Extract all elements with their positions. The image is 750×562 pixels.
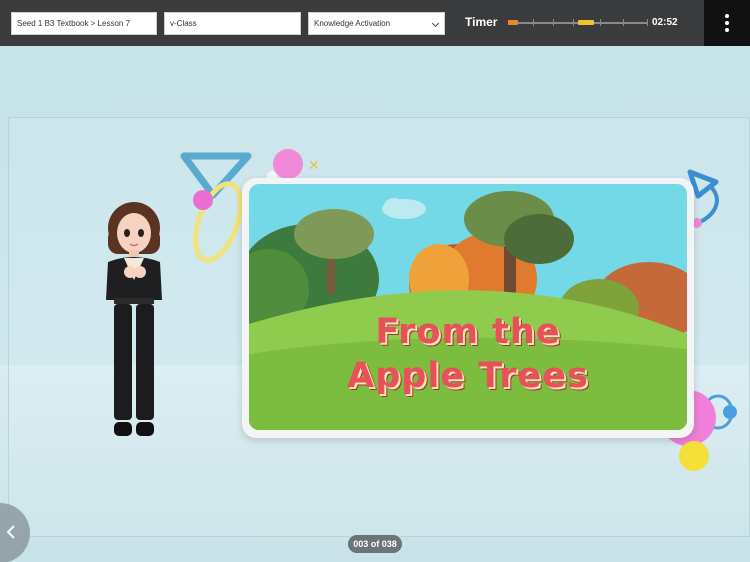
slide-title-line-1: From the <box>375 312 561 352</box>
chevron-left-icon <box>6 525 15 539</box>
title-card: From the Apple Trees <box>242 178 694 438</box>
slide-title-line-2: Apple Trees <box>347 356 589 396</box>
title-card-illustration: From the Apple Trees <box>249 184 687 430</box>
svg-text:✕: ✕ <box>308 158 320 174</box>
teacher-avatar <box>106 202 162 436</box>
page-indicator: 003 of 038 <box>348 535 402 553</box>
